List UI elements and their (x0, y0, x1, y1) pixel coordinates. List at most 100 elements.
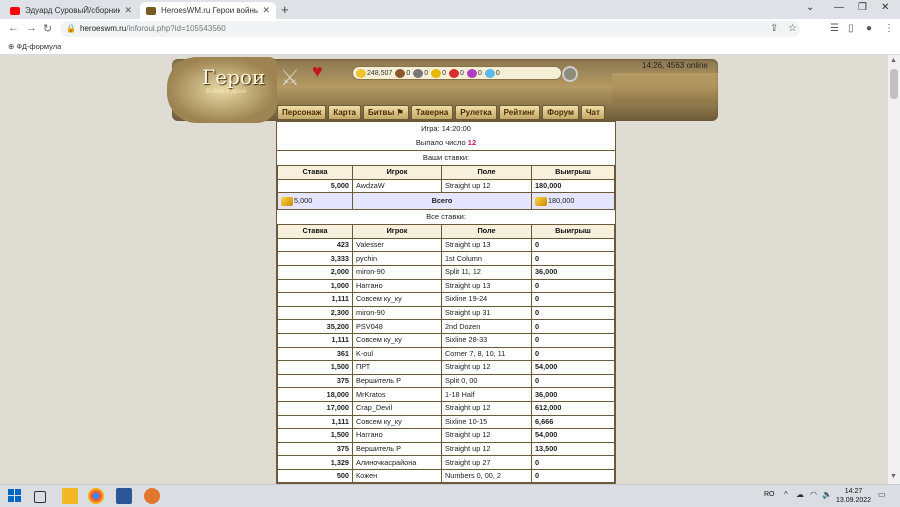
resource-sulfur: 0 (449, 68, 464, 78)
close-tab-icon[interactable]: ✕ (124, 5, 132, 16)
stake-cell: 361 (277, 346, 353, 362)
table-row: 1,111 Совсем ку_ку Sixline 10-15 6,666 (277, 414, 615, 430)
maximize-icon[interactable]: ❐ (858, 2, 867, 13)
reading-list-icon[interactable]: ☰ (830, 23, 839, 34)
player-cell[interactable]: Вершитель Р (352, 373, 442, 389)
player-cell[interactable]: Вершитель Р (352, 441, 442, 457)
stake-cell: 1,000 (277, 278, 353, 294)
player-cell[interactable]: Алиночкасрайона (352, 455, 442, 470)
table-row: 1,111 Совсем ку_ку Sixline 19-24 0 (277, 292, 615, 307)
close-tab-icon[interactable]: ✕ (262, 5, 270, 16)
menu-character[interactable]: Персонаж (277, 105, 327, 120)
scroll-down-icon[interactable]: ▼ (890, 473, 897, 480)
scroll-up-icon[interactable]: ▲ (890, 57, 897, 64)
player-cell[interactable]: Наггано (352, 278, 442, 294)
clock-date: 13.09.2022 (836, 497, 872, 504)
col-stake: Ставка (277, 165, 353, 180)
table-row: 361 K-oul Corner 7, 8, 10, 11 0 (277, 346, 615, 362)
volume-icon[interactable]: 🔈 (822, 490, 832, 499)
sulfur-icon (449, 68, 460, 78)
result-number: 12 (467, 138, 477, 147)
gold-icon (281, 196, 293, 206)
tab-heroeswm[interactable]: HeroesWM.ru Герои войны и де ✕ (140, 2, 276, 19)
file-explorer-icon[interactable] (62, 488, 78, 504)
player-cell[interactable]: Valesser (352, 237, 442, 253)
field-cell: 1-18 Half (441, 387, 532, 402)
clock[interactable]: 14:27 13.09.2022 (836, 487, 871, 505)
win-cell: 0 (531, 305, 615, 321)
language-indicator[interactable]: RO (764, 491, 775, 498)
bookmark-fd-formula[interactable]: ⊕ ФД-формула (8, 42, 61, 51)
app-icon[interactable] (144, 488, 160, 504)
menu-battles[interactable]: Битвы ⚑ (362, 105, 409, 120)
stake-cell: 1,500 (277, 360, 353, 375)
share-icon[interactable]: ⇪ (770, 23, 778, 34)
player-cell[interactable]: Кожен (352, 468, 442, 484)
menu-forum[interactable]: Форум (542, 105, 579, 120)
player-cell[interactable]: Crap_Devil (352, 400, 442, 416)
profile-icon[interactable]: ● (866, 23, 872, 34)
new-tab-button[interactable]: + (281, 2, 289, 17)
win-cell: 0 (531, 468, 615, 484)
ore-icon (413, 68, 424, 78)
field-cell: Split 0, 00 (441, 373, 532, 389)
player-cell[interactable]: miron-90 (352, 305, 442, 321)
menu-rating[interactable]: Рейтинг (498, 105, 541, 120)
all-bets-title: Все ставки: (426, 212, 466, 222)
star-icon[interactable]: ☆ (788, 23, 797, 34)
player-cell[interactable]: AwdzaW (352, 178, 442, 194)
url-field[interactable]: 🔒 heroeswm.ru/inforoul.php?id=105543560 (60, 21, 800, 37)
player-cell[interactable]: MrKratos (352, 387, 442, 402)
player-cell[interactable]: PSV048 (352, 319, 442, 334)
field-cell: Straight up 13 (441, 237, 532, 253)
cloud-icon[interactable]: ☁ (796, 490, 804, 499)
tab-title: Эдуард СуровыЙ/сборник - You (25, 6, 121, 15)
player-cell[interactable]: Совсем ку_ку (352, 332, 442, 348)
chrome-icon[interactable] (88, 488, 104, 504)
player-cell[interactable]: K-oul (352, 346, 442, 362)
stake-cell: 423 (277, 237, 353, 253)
close-window-icon[interactable]: ✕ (881, 2, 889, 13)
player-cell[interactable]: miron-90 (352, 264, 442, 280)
menu-tavern[interactable]: Таверна (410, 105, 454, 120)
browser-tab-strip: Эдуард СуровыЙ/сборник - You ✕ HeroesWM.… (0, 0, 900, 19)
player-cell[interactable]: ПРТ (352, 360, 442, 375)
tab-youtube[interactable]: Эдуард СуровыЙ/сборник - You ✕ (4, 2, 138, 19)
notifications-icon[interactable]: ▭ (878, 490, 886, 499)
player-cell[interactable]: Наггано (352, 428, 442, 443)
tab-search-icon[interactable]: ⌄ (806, 2, 814, 13)
menu-roulette[interactable]: Рулетка (455, 105, 497, 120)
side-panel-icon[interactable]: ▯ (848, 23, 854, 34)
gold-icon (356, 68, 366, 78)
tray-chevron-icon[interactable]: ^ (784, 490, 788, 499)
game-logo[interactable]: Герои (202, 65, 265, 89)
player-cell[interactable]: Совсем ку_ку (352, 292, 442, 307)
resources-bar: 248,507 0 0 0 0 0 0 (352, 66, 562, 80)
win-cell: 36,000 (531, 387, 615, 402)
wood-icon (395, 68, 406, 78)
word-icon[interactable] (116, 488, 132, 504)
field-cell: Sixline 19-24 (441, 292, 532, 307)
scroll-thumb[interactable] (890, 69, 898, 99)
player-cell[interactable]: Совсем ку_ку (352, 414, 442, 430)
reload-icon[interactable]: ↻ (43, 22, 52, 35)
win-cell: 0 (531, 332, 615, 348)
win-cell: 0 (531, 237, 615, 253)
gold-icon (535, 196, 547, 206)
wifi-icon[interactable]: ◠ (810, 490, 817, 499)
windows-start-icon[interactable] (8, 489, 22, 503)
ring-icon[interactable] (562, 66, 578, 82)
player-cell[interactable]: pychin (352, 251, 442, 266)
crystals-icon (466, 68, 477, 78)
minimize-icon[interactable]: — (834, 2, 844, 13)
windows-taskbar: RO ^ ☁ ◠ 🔈 14:27 13.09.2022 ▭ (0, 484, 900, 507)
menu-kebab-icon[interactable]: ⋮ (884, 23, 894, 34)
page-scrollbar[interactable]: ▲ ▼ (888, 55, 900, 484)
menu-map[interactable]: Карта (328, 105, 361, 120)
forward-icon[interactable]: → (26, 22, 37, 34)
back-icon[interactable]: ← (8, 22, 19, 34)
table-row: 423 Valesser Straight up 13 0 (277, 237, 615, 253)
health-heart-icon[interactable]: ♥ (312, 61, 323, 82)
menu-chat[interactable]: Чат (580, 105, 605, 120)
task-view-icon[interactable] (34, 491, 46, 503)
